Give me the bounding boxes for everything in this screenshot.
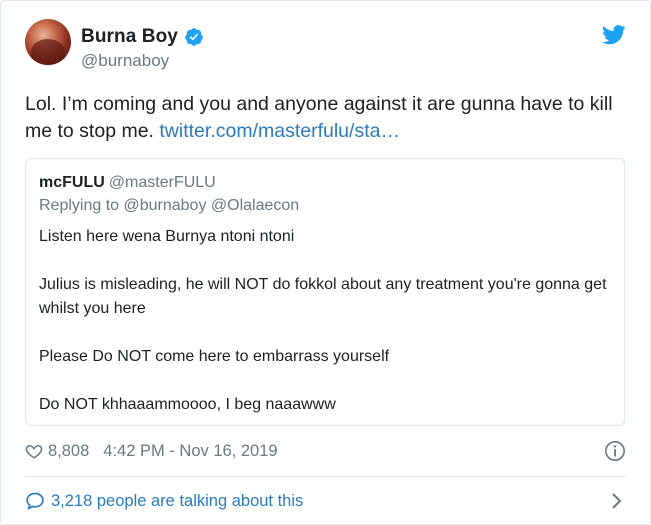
- timestamp[interactable]: 4:42 PM - Nov 16, 2019: [103, 442, 277, 461]
- twitter-bird-icon[interactable]: [602, 25, 626, 45]
- quoted-body: Listen here wena Burnya ntoni ntoni Juli…: [39, 225, 609, 417]
- tweet-meta: 8,808 4:42 PM - Nov 16, 2019: [25, 439, 278, 463]
- info-icon[interactable]: [604, 440, 626, 462]
- quoted-tweet[interactable]: mcFULU @masterFULU Replying to @burnaboy …: [25, 158, 625, 426]
- heart-icon[interactable]: [25, 442, 43, 460]
- quoted-paragraph: Listen here wena Burnya ntoni ntoni: [39, 228, 295, 245]
- chevron-right-icon[interactable]: [610, 491, 624, 511]
- tweet-header: Burna Boy @burnaboy: [25, 17, 630, 71]
- tweet-text: Lol. I’m coming and you and anyone again…: [25, 91, 625, 145]
- verified-badge-icon: [185, 28, 203, 46]
- speech-bubble-icon: [26, 492, 44, 511]
- author-handle[interactable]: @burnaboy: [81, 51, 204, 71]
- author-display-name[interactable]: Burna Boy: [81, 26, 178, 48]
- author-names[interactable]: Burna Boy @burnaboy: [81, 25, 204, 71]
- quoted-author[interactable]: mcFULU @masterFULU: [39, 173, 216, 193]
- quoted-paragraph: Julius is misleading, he will NOT do fok…: [39, 276, 607, 317]
- quoted-paragraph: Do NOT khhaaammoooo, I beg naaawww: [39, 396, 336, 413]
- tweet-link[interactable]: twitter.com/masterfulu/sta…: [159, 120, 400, 142]
- like-count[interactable]: 8,808: [48, 442, 89, 461]
- conversation-label[interactable]: 3,218 people are talking about this: [51, 492, 303, 511]
- tweet-card: Burna Boy @burnaboy Lol. I’m coming and …: [0, 0, 651, 525]
- replying-to: Replying to @burnaboy @Olalaecon: [39, 197, 300, 214]
- quoted-handle: @masterFULU: [108, 174, 216, 191]
- avatar[interactable]: [25, 19, 71, 65]
- conversation-link[interactable]: 3,218 people are talking about this: [25, 489, 303, 513]
- quoted-display-name: mcFULU: [39, 174, 105, 191]
- divider: [25, 476, 626, 477]
- quoted-paragraph: Please Do NOT come here to embarrass you…: [39, 348, 390, 365]
